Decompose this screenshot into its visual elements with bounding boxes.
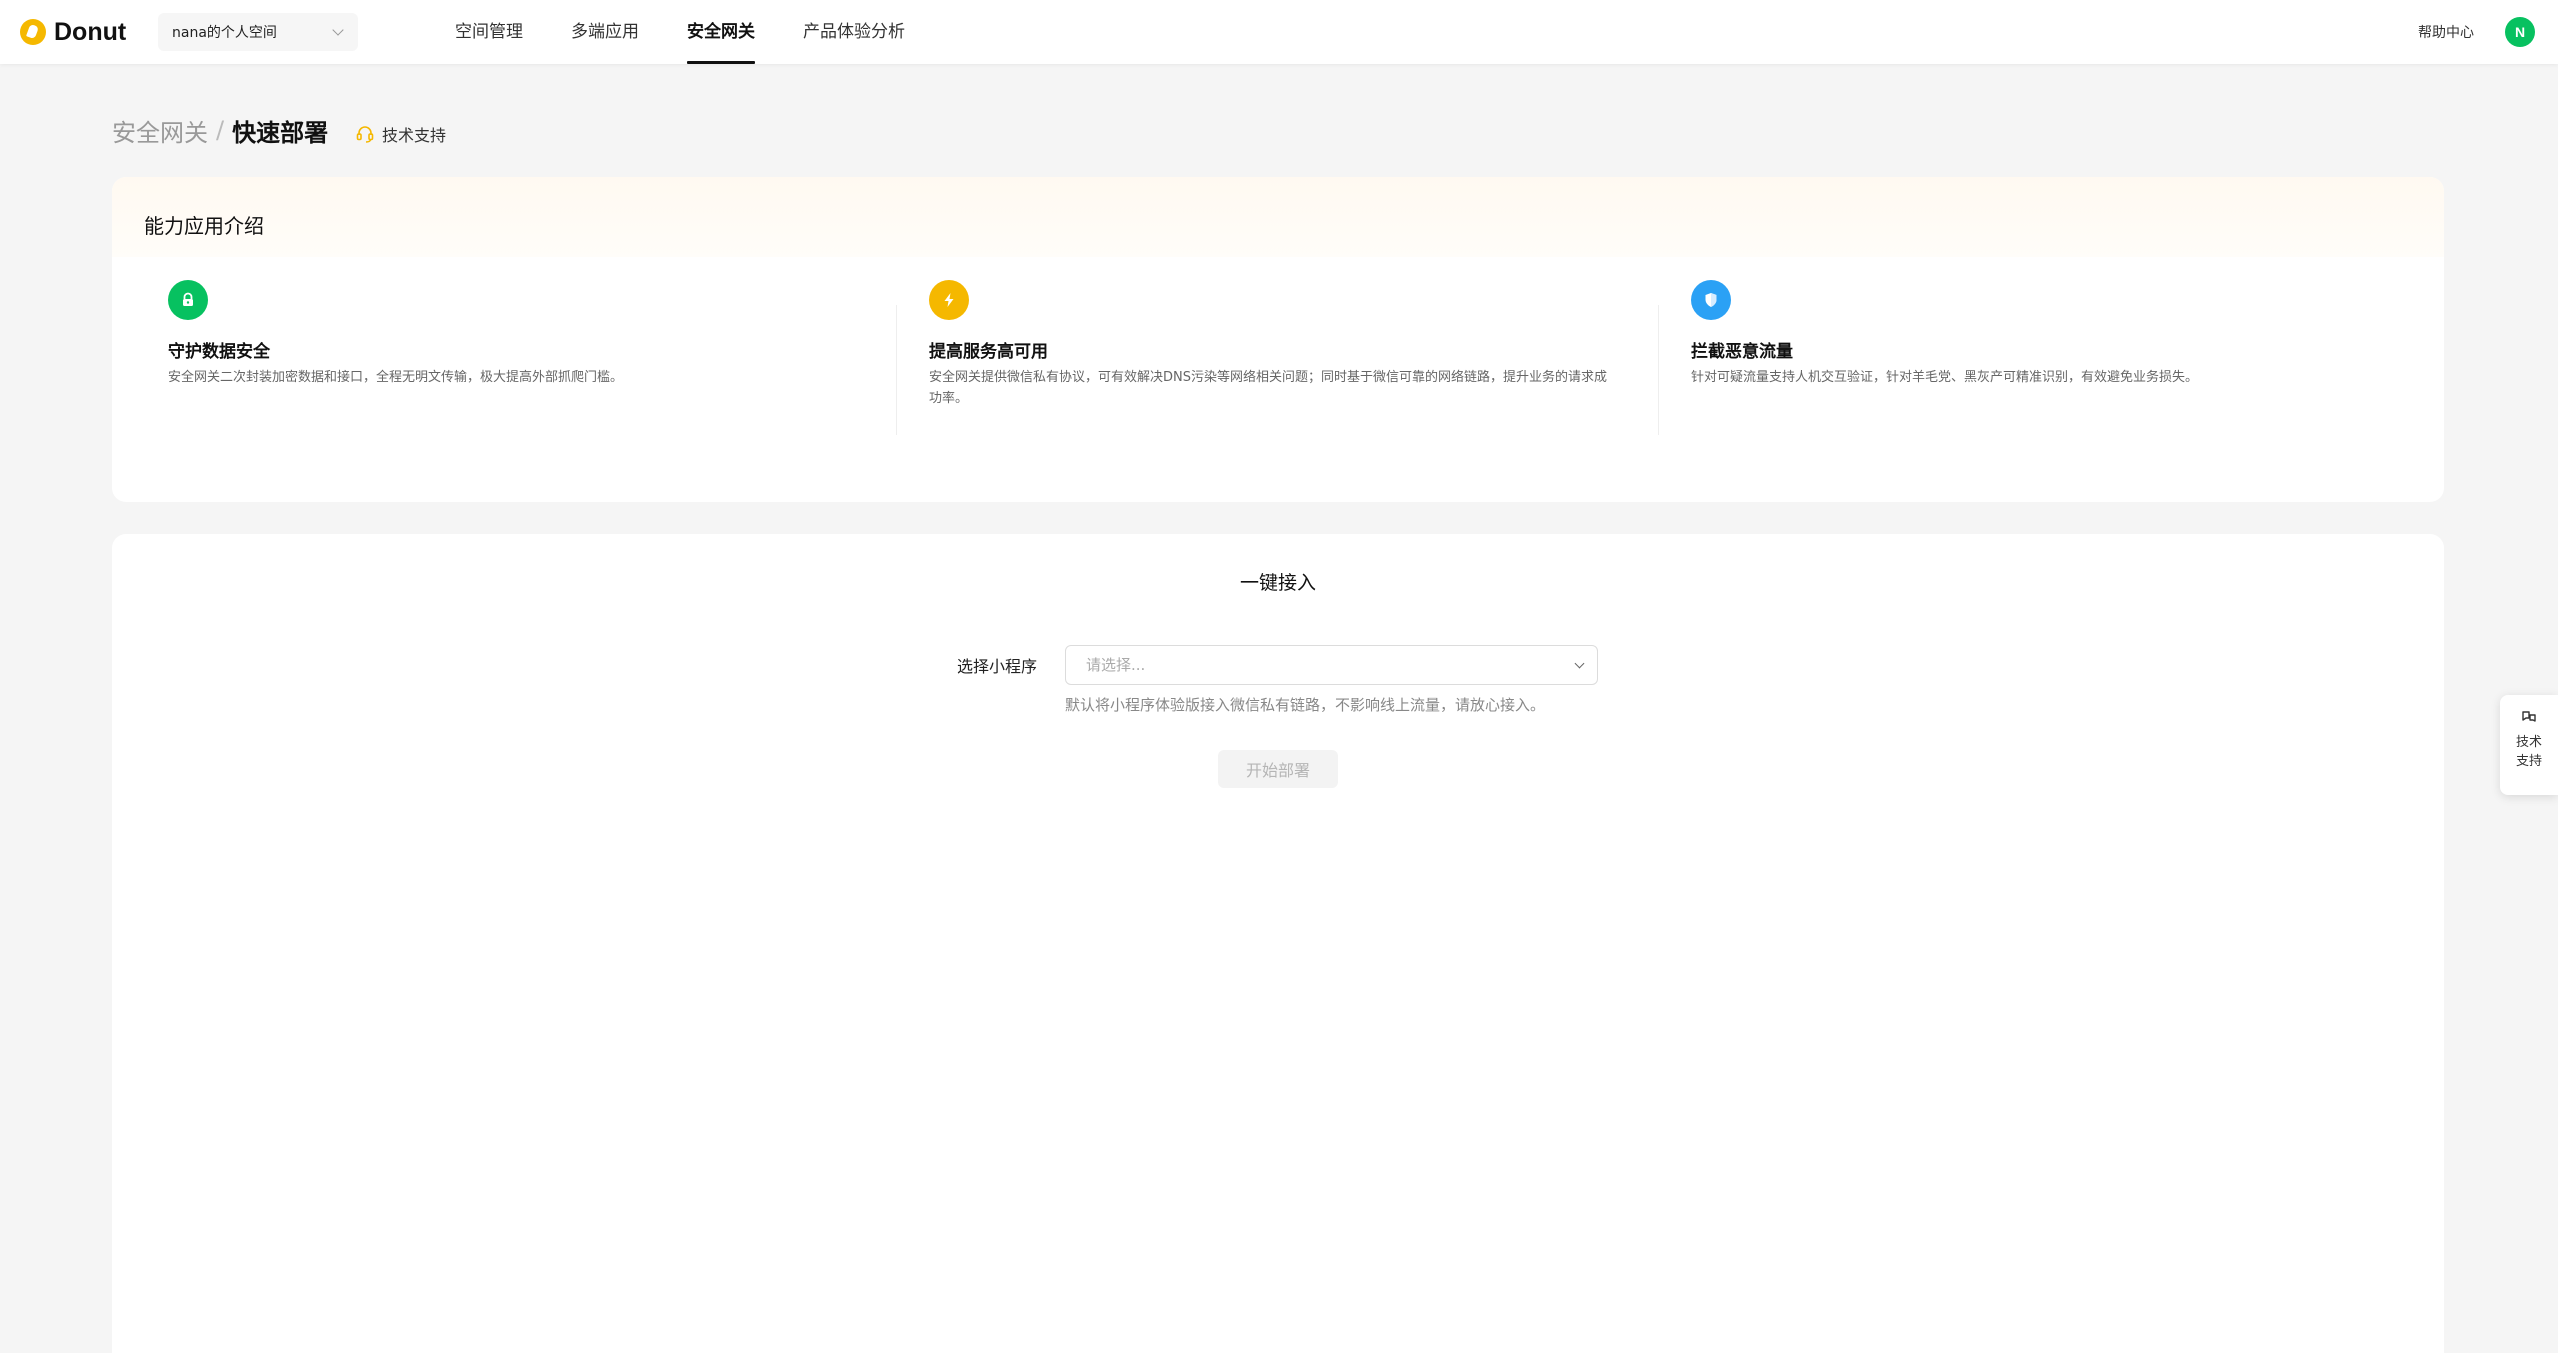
donut-logo-icon: [20, 19, 46, 45]
nav-item-multi-platform-apps[interactable]: 多端应用: [571, 0, 639, 64]
avatar[interactable]: N: [2505, 17, 2535, 47]
feature-desc: 针对可疑流量支持人机交互验证，针对羊毛党、黑灰产可精准识别，有效避免业务损失。: [1691, 370, 2199, 385]
lock-icon: [168, 280, 208, 320]
brand-logo[interactable]: Donut: [20, 18, 126, 46]
nav-item-space-management[interactable]: 空间管理: [455, 0, 523, 64]
floating-support-label: 技术支持: [2515, 735, 2542, 769]
feature-title: 提高服务高可用: [929, 342, 1048, 362]
intro-card-title: 能力应用介绍: [112, 177, 2444, 257]
feature-divider: [896, 305, 897, 435]
mini-program-label: 选择小程序: [957, 657, 1038, 676]
support-icon: [2522, 711, 2536, 722]
chevron-down-icon: [332, 24, 344, 36]
breadcrumb-parent[interactable]: 安全网关: [112, 113, 208, 148]
mini-program-select-placeholder: 请选择...: [1086, 656, 1146, 674]
brand-name: Donut: [54, 17, 127, 46]
feature-list: 守护数据安全 安全网关二次封装加密数据和接口，全程无明文传输，极大提高外部抓爬门…: [112, 257, 2444, 502]
nav-item-product-analytics[interactable]: 产品体验分析: [803, 0, 905, 64]
feature-desc: 安全网关二次封装加密数据和接口，全程无明文传输，极大提高外部抓爬门槛。: [168, 370, 624, 385]
start-deploy-button[interactable]: 开始部署: [1218, 750, 1338, 788]
one-click-access-card: 一键接入 选择小程序 请选择... 默认将小程序体验版接入微信私有链路，不影响线…: [112, 534, 2444, 1353]
main-nav: 空间管理 多端应用 安全网关 产品体验分析: [455, 0, 953, 64]
nav-item-security-gateway[interactable]: 安全网关: [687, 0, 755, 64]
section-title: 一键接入: [1239, 572, 1316, 594]
shield-icon: [1691, 280, 1731, 320]
feature-title: 守护数据安全: [168, 342, 270, 362]
feature-title: 拦截恶意流量: [1691, 342, 1793, 362]
space-selector-value: nana的个人空间: [172, 25, 277, 41]
headset-icon: [356, 126, 374, 143]
breadcrumb-separator: /: [216, 116, 225, 144]
chevron-down-icon: [1574, 658, 1585, 669]
page-title: 快速部署: [232, 118, 329, 147]
tech-support-link[interactable]: 技术支持: [355, 122, 446, 146]
form-hint: 默认将小程序体验版接入微信私有链路，不影响线上流量，请放心接入。: [1065, 696, 1546, 714]
space-selector[interactable]: nana的个人空间: [158, 13, 358, 51]
tech-support-label: 技术支持: [382, 126, 447, 145]
capability-intro-card: 能力应用介绍 守护数据安全 安全网关二次封装加密数据和接口，全程无明文传输，极大…: [112, 177, 2444, 502]
breadcrumb: 安全网关 / 快速部署: [112, 112, 328, 148]
feature-desc: 安全网关提供微信私有协议，可有效解决DNS污染等网络相关问题；同时基于微信可靠的…: [929, 370, 1607, 406]
mini-program-select[interactable]: 请选择...: [1065, 645, 1598, 685]
lightning-icon: [929, 280, 969, 320]
top-navigation-bar: Donut nana的个人空间 空间管理 多端应用 安全网关 产品体验分析 帮助…: [0, 0, 2558, 64]
feature-divider: [1658, 305, 1659, 435]
help-center-link[interactable]: 帮助中心: [2418, 22, 2474, 42]
floating-support-button[interactable]: 技术支持: [2500, 695, 2558, 795]
